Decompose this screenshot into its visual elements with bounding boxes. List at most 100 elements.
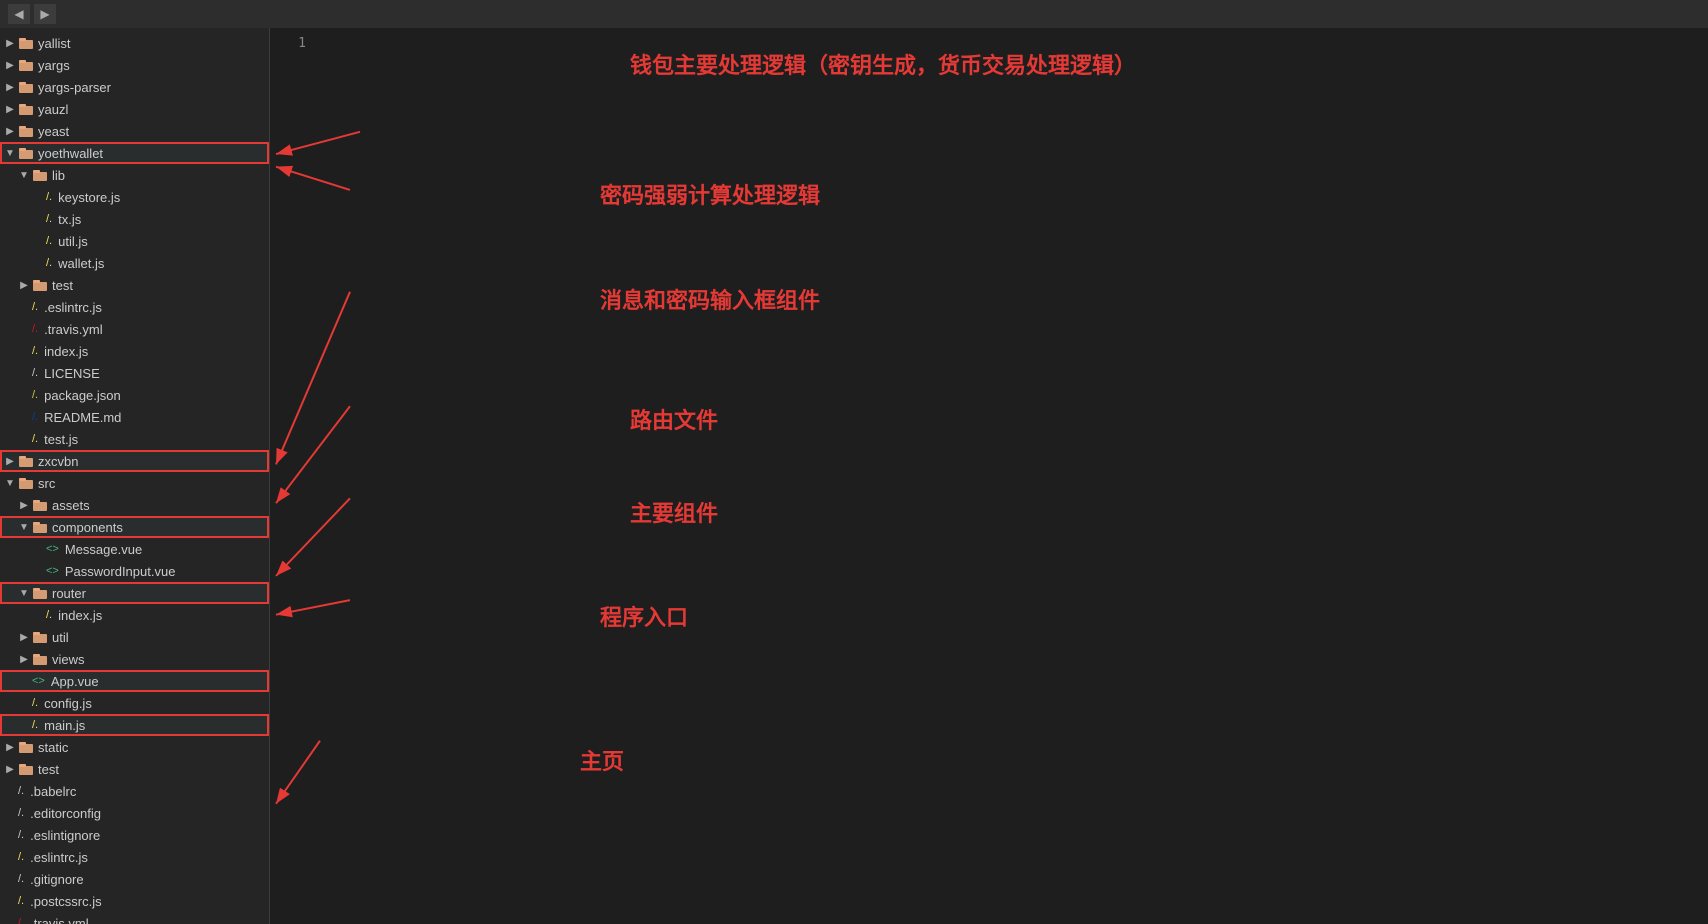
tree-item-label: .eslintignore bbox=[30, 828, 100, 843]
tree-item-label: zxcvbn bbox=[38, 454, 78, 469]
tree-item-label: lib bbox=[52, 168, 65, 183]
tree-item-.gitignore[interactable]: /..gitignore bbox=[0, 868, 269, 890]
annotation-ann7: 主页 bbox=[580, 744, 624, 776]
tree-item-label: .editorconfig bbox=[30, 806, 101, 821]
chevron-icon: ▼ bbox=[4, 148, 16, 159]
tree-item-router[interactable]: ▼ router bbox=[0, 582, 269, 604]
file-icon: /. bbox=[46, 235, 54, 247]
tree-item-index.js[interactable]: /.index.js bbox=[0, 340, 269, 362]
tree-item-tx.js[interactable]: /. tx.js bbox=[0, 208, 269, 230]
tree-item-static[interactable]: ▶ static bbox=[0, 736, 269, 758]
folder-icon bbox=[32, 629, 48, 645]
folder-icon bbox=[32, 651, 48, 667]
tree-item-.eslintrc.js-root[interactable]: /..eslintrc.js bbox=[0, 846, 269, 868]
file-icon: /. bbox=[32, 367, 40, 379]
tree-item-util.js[interactable]: /. util.js bbox=[0, 230, 269, 252]
tree-item-yargs[interactable]: ▶ yargs bbox=[0, 54, 269, 76]
file-icon: /. bbox=[46, 213, 54, 225]
annotation-ann4: 路由文件 bbox=[630, 403, 718, 435]
tree-item-.babelrc[interactable]: /..babelrc bbox=[0, 780, 269, 802]
tree-item-label: main.js bbox=[44, 718, 85, 733]
annotation-ann1: 钱包主要处理逻辑（密钥生成，货币交易处理逻辑） bbox=[630, 48, 1136, 80]
chevron-icon: ▶ bbox=[18, 280, 30, 291]
tree-item-.editorconfig[interactable]: /. .editorconfig bbox=[0, 802, 269, 824]
tree-item-label: README.md bbox=[44, 410, 121, 425]
tree-item-views[interactable]: ▶ views bbox=[0, 648, 269, 670]
folder-icon bbox=[18, 145, 34, 161]
tree-item-label: config.js bbox=[44, 696, 92, 711]
file-tree: ▶ yallist▶ yargs▶ yargs-parser▶ yauzl▶ y… bbox=[0, 28, 270, 924]
folder-icon bbox=[18, 101, 34, 117]
tree-item-label: static bbox=[38, 740, 68, 755]
tree-item-router-index.js[interactable]: /. index.js bbox=[0, 604, 269, 626]
tree-item-README.md[interactable]: /.README.md bbox=[0, 406, 269, 428]
back-button[interactable]: ◀ bbox=[8, 4, 30, 24]
chevron-icon: ▶ bbox=[4, 104, 16, 115]
tree-item-zxcvbn[interactable]: ▶ zxcvbn bbox=[0, 450, 269, 472]
file-icon: /. bbox=[32, 345, 40, 357]
tree-item-yoethwallet[interactable]: ▼ yoethwallet bbox=[0, 142, 269, 164]
file-icon: /. bbox=[32, 433, 40, 445]
tree-item-label: test bbox=[52, 278, 73, 293]
file-icon: /. bbox=[18, 785, 26, 797]
file-icon: /. bbox=[18, 917, 26, 924]
file-icon: /. bbox=[18, 807, 26, 819]
tree-item-yauzl[interactable]: ▶ yauzl bbox=[0, 98, 269, 120]
file-icon: /. bbox=[32, 323, 40, 335]
tree-item-yargs-parser[interactable]: ▶ yargs-parser bbox=[0, 76, 269, 98]
tree-item-label: test.js bbox=[44, 432, 78, 447]
tree-item-.postcssrc.js[interactable]: /..postcssrc.js bbox=[0, 890, 269, 912]
tree-item-components[interactable]: ▼ components bbox=[0, 516, 269, 538]
tree-item-label: util.js bbox=[58, 234, 88, 249]
editor-area: 1 钱包主要处理逻辑（密钥生成，货币交易处理逻辑）密码强弱计算处理逻辑消息和密码… bbox=[270, 28, 1708, 924]
tree-item-package.json[interactable]: /.package.json bbox=[0, 384, 269, 406]
tree-item-main.js[interactable]: /.main.js bbox=[0, 714, 269, 736]
tree-item-test-root[interactable]: ▶ test bbox=[0, 758, 269, 780]
tree-item-label: package.json bbox=[44, 388, 121, 403]
tree-item-label: tx.js bbox=[58, 212, 81, 227]
file-icon: /. bbox=[46, 191, 54, 203]
tree-item-test.js[interactable]: /. test.js bbox=[0, 428, 269, 450]
tree-item-yeast[interactable]: ▶ yeast bbox=[0, 120, 269, 142]
folder-icon bbox=[18, 123, 34, 139]
tree-item-App.vue[interactable]: <>App.vue bbox=[0, 670, 269, 692]
chevron-icon: ▼ bbox=[4, 478, 16, 489]
file-icon: /. bbox=[18, 895, 26, 907]
chevron-icon: ▼ bbox=[18, 588, 30, 599]
tree-item-lib[interactable]: ▼ lib bbox=[0, 164, 269, 186]
tree-item-src[interactable]: ▼ src bbox=[0, 472, 269, 494]
tree-item-util[interactable]: ▶ util bbox=[0, 626, 269, 648]
tree-item-PasswordInput.vue[interactable]: <>PasswordInput.vue bbox=[0, 560, 269, 582]
chevron-icon: ▶ bbox=[18, 500, 30, 511]
tree-item-label: index.js bbox=[58, 608, 102, 623]
tree-item-label: yauzl bbox=[38, 102, 68, 117]
chevron-icon: ▶ bbox=[4, 764, 16, 775]
arrows-svg bbox=[270, 28, 1708, 924]
annotation-ann2: 密码强弱计算处理逻辑 bbox=[600, 178, 820, 210]
file-icon: /. bbox=[46, 609, 54, 621]
tree-item-label: keystore.js bbox=[58, 190, 120, 205]
tree-item-config.js[interactable]: /.config.js bbox=[0, 692, 269, 714]
tree-item-wallet.js[interactable]: /.wallet.js bbox=[0, 252, 269, 274]
annotation-layer: 钱包主要处理逻辑（密钥生成，货币交易处理逻辑）密码强弱计算处理逻辑消息和密码输入… bbox=[270, 28, 1708, 924]
tree-item-yallist[interactable]: ▶ yallist bbox=[0, 32, 269, 54]
tree-item-LICENSE[interactable]: /.LICENSE bbox=[0, 362, 269, 384]
tree-item-Message.vue[interactable]: <>Message.vue bbox=[0, 538, 269, 560]
tree-item-label: Message.vue bbox=[65, 542, 142, 557]
annotation-ann6: 程序入口 bbox=[600, 600, 688, 632]
tree-item-.eslintignore[interactable]: /..eslintignore bbox=[0, 824, 269, 846]
tree-item-test[interactable]: ▶ test bbox=[0, 274, 269, 296]
tree-item-.eslintrc.js[interactable]: /..eslintrc.js bbox=[0, 296, 269, 318]
tree-item-.travis.yml-root[interactable]: /..travis.yml bbox=[0, 912, 269, 924]
tree-item-label: router bbox=[52, 586, 86, 601]
folder-icon bbox=[32, 585, 48, 601]
folder-icon bbox=[18, 739, 34, 755]
chevron-icon: ▶ bbox=[4, 456, 16, 467]
forward-button[interactable]: ▶ bbox=[34, 4, 56, 24]
tree-item-.travis.yml[interactable]: /..travis.yml bbox=[0, 318, 269, 340]
tree-item-assets[interactable]: ▶ assets bbox=[0, 494, 269, 516]
tree-item-label: PasswordInput.vue bbox=[65, 564, 176, 579]
tree-item-keystore.js[interactable]: /. keystore.js bbox=[0, 186, 269, 208]
chevron-icon: ▶ bbox=[4, 82, 16, 93]
folder-icon bbox=[32, 497, 48, 513]
